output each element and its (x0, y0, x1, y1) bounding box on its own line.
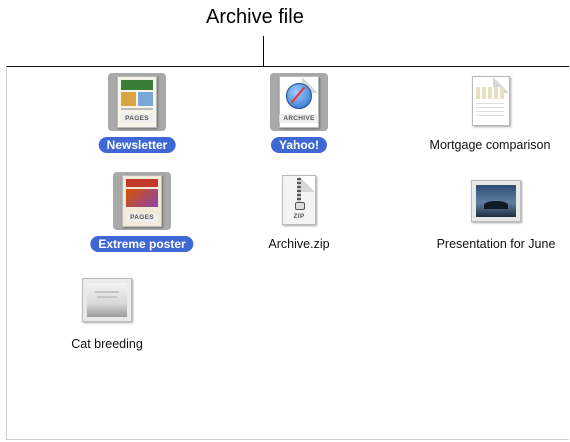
file-item-archive-zip[interactable]: ZIP Archive.zip (239, 172, 359, 258)
file-label[interactable]: Archive.zip (260, 236, 337, 252)
safari-webarchive-icon: ARCHIVE (279, 76, 319, 128)
file-type-badge: PAGES (126, 213, 158, 222)
file-item-cat-breeding[interactable]: Cat breeding (47, 272, 167, 358)
file-item-mortgage-comparison[interactable]: Mortgage comparison (415, 73, 565, 159)
file-item-presentation-for-june[interactable]: Presentation for June (421, 172, 570, 258)
pages-document-icon: PAGES (117, 76, 157, 128)
file-label[interactable]: Presentation for June (429, 236, 564, 252)
pages-document-icon: PAGES (122, 175, 162, 227)
icon-wrap (467, 172, 525, 230)
file-label[interactable]: Extreme poster (90, 236, 194, 252)
file-item-newsletter[interactable]: PAGES Newsletter (77, 73, 197, 159)
file-type-badge: PAGES (121, 114, 153, 123)
icon-selection-highlight: PAGES (113, 172, 171, 230)
keynote-presentation-icon (82, 278, 132, 324)
keynote-presentation-icon (471, 180, 521, 224)
callout-label: Archive file (206, 6, 304, 28)
icon-selection-highlight: ARCHIVE (270, 73, 328, 131)
zip-archive-icon: ZIP (282, 175, 316, 227)
icon-selection-highlight: PAGES (108, 73, 166, 131)
file-type-badge: ARCHIVE (279, 114, 319, 123)
file-type-badge: ZIP (293, 213, 305, 220)
file-label[interactable]: Mortgage comparison (422, 137, 559, 153)
finder-icon-view[interactable]: PAGES Newsletter ARCHIVE Yahoo! Mortgage… (6, 66, 569, 440)
file-item-extreme-poster[interactable]: PAGES Extreme poster (77, 172, 207, 258)
icon-wrap: ZIP (270, 172, 328, 230)
file-label[interactable]: Newsletter (98, 137, 176, 153)
icon-wrap (78, 272, 136, 330)
file-label[interactable]: Cat breeding (63, 336, 151, 352)
numbers-spreadsheet-icon (470, 76, 510, 128)
file-label[interactable]: Yahoo! (270, 137, 328, 153)
file-item-yahoo[interactable]: ARCHIVE Yahoo! (239, 73, 359, 159)
icon-wrap (461, 73, 519, 131)
